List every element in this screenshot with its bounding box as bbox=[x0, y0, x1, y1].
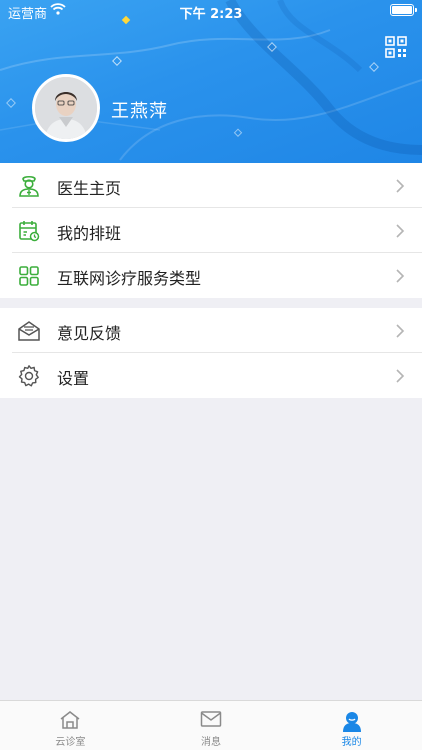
calendar-icon bbox=[16, 218, 42, 244]
menu-item-settings[interactable]: 设置 bbox=[0, 353, 422, 398]
grid-icon bbox=[16, 263, 42, 289]
tab-mine[interactable]: 我的 bbox=[281, 701, 422, 750]
menu-item-label: 我的排班 bbox=[57, 224, 122, 243]
feedback-mail-icon bbox=[16, 318, 42, 344]
user-icon bbox=[342, 712, 361, 732]
status-bar: 运营商 下午 2:23 bbox=[0, 0, 422, 22]
gear-icon bbox=[16, 363, 42, 389]
home-icon bbox=[60, 711, 80, 729]
avatar-photo-icon bbox=[35, 77, 97, 139]
tab-label: 我的 bbox=[341, 737, 362, 748]
qr-code-icon[interactable] bbox=[385, 36, 407, 58]
menu-item-label: 互联网诊疗服务类型 bbox=[57, 269, 202, 288]
tab-label: 云诊室 bbox=[55, 737, 86, 748]
menu-item-feedback[interactable]: 意见反馈 bbox=[0, 308, 422, 353]
menu-item-my-schedule[interactable]: 我的排班 bbox=[0, 208, 422, 253]
menu-item-label: 医生主页 bbox=[57, 179, 122, 198]
menu-group-primary: 医生主页 我的排班 互联网诊疗服务类型 bbox=[0, 163, 422, 298]
tab-label: 消息 bbox=[201, 737, 221, 748]
tab-cloud-clinic[interactable]: 云诊室 bbox=[0, 701, 141, 750]
menu-item-doctor-homepage[interactable]: 医生主页 bbox=[0, 163, 422, 208]
battery-icon bbox=[390, 4, 417, 16]
profile-header: 运营商 下午 2:23 王燕萍 bbox=[0, 0, 422, 163]
avatar[interactable] bbox=[32, 74, 100, 142]
tab-messages[interactable]: 消息 bbox=[141, 701, 282, 750]
chevron-right-icon bbox=[396, 369, 405, 383]
chevron-right-icon bbox=[396, 324, 405, 338]
chevron-right-icon bbox=[396, 224, 405, 238]
chevron-right-icon bbox=[396, 269, 405, 283]
menu-item-service-types[interactable]: 互联网诊疗服务类型 bbox=[0, 253, 422, 298]
menu-item-label: 意见反馈 bbox=[57, 324, 122, 343]
tab-bar: 云诊室 消息 我的 bbox=[0, 700, 422, 750]
mail-icon bbox=[200, 711, 222, 727]
menu-group-secondary: 意见反馈 设置 bbox=[0, 308, 422, 398]
menu-item-label: 设置 bbox=[57, 369, 90, 388]
status-time: 下午 2:23 bbox=[179, 7, 243, 22]
doctor-icon bbox=[16, 173, 42, 199]
doctor-name: 王燕萍 bbox=[111, 101, 168, 122]
chevron-right-icon bbox=[396, 179, 405, 193]
